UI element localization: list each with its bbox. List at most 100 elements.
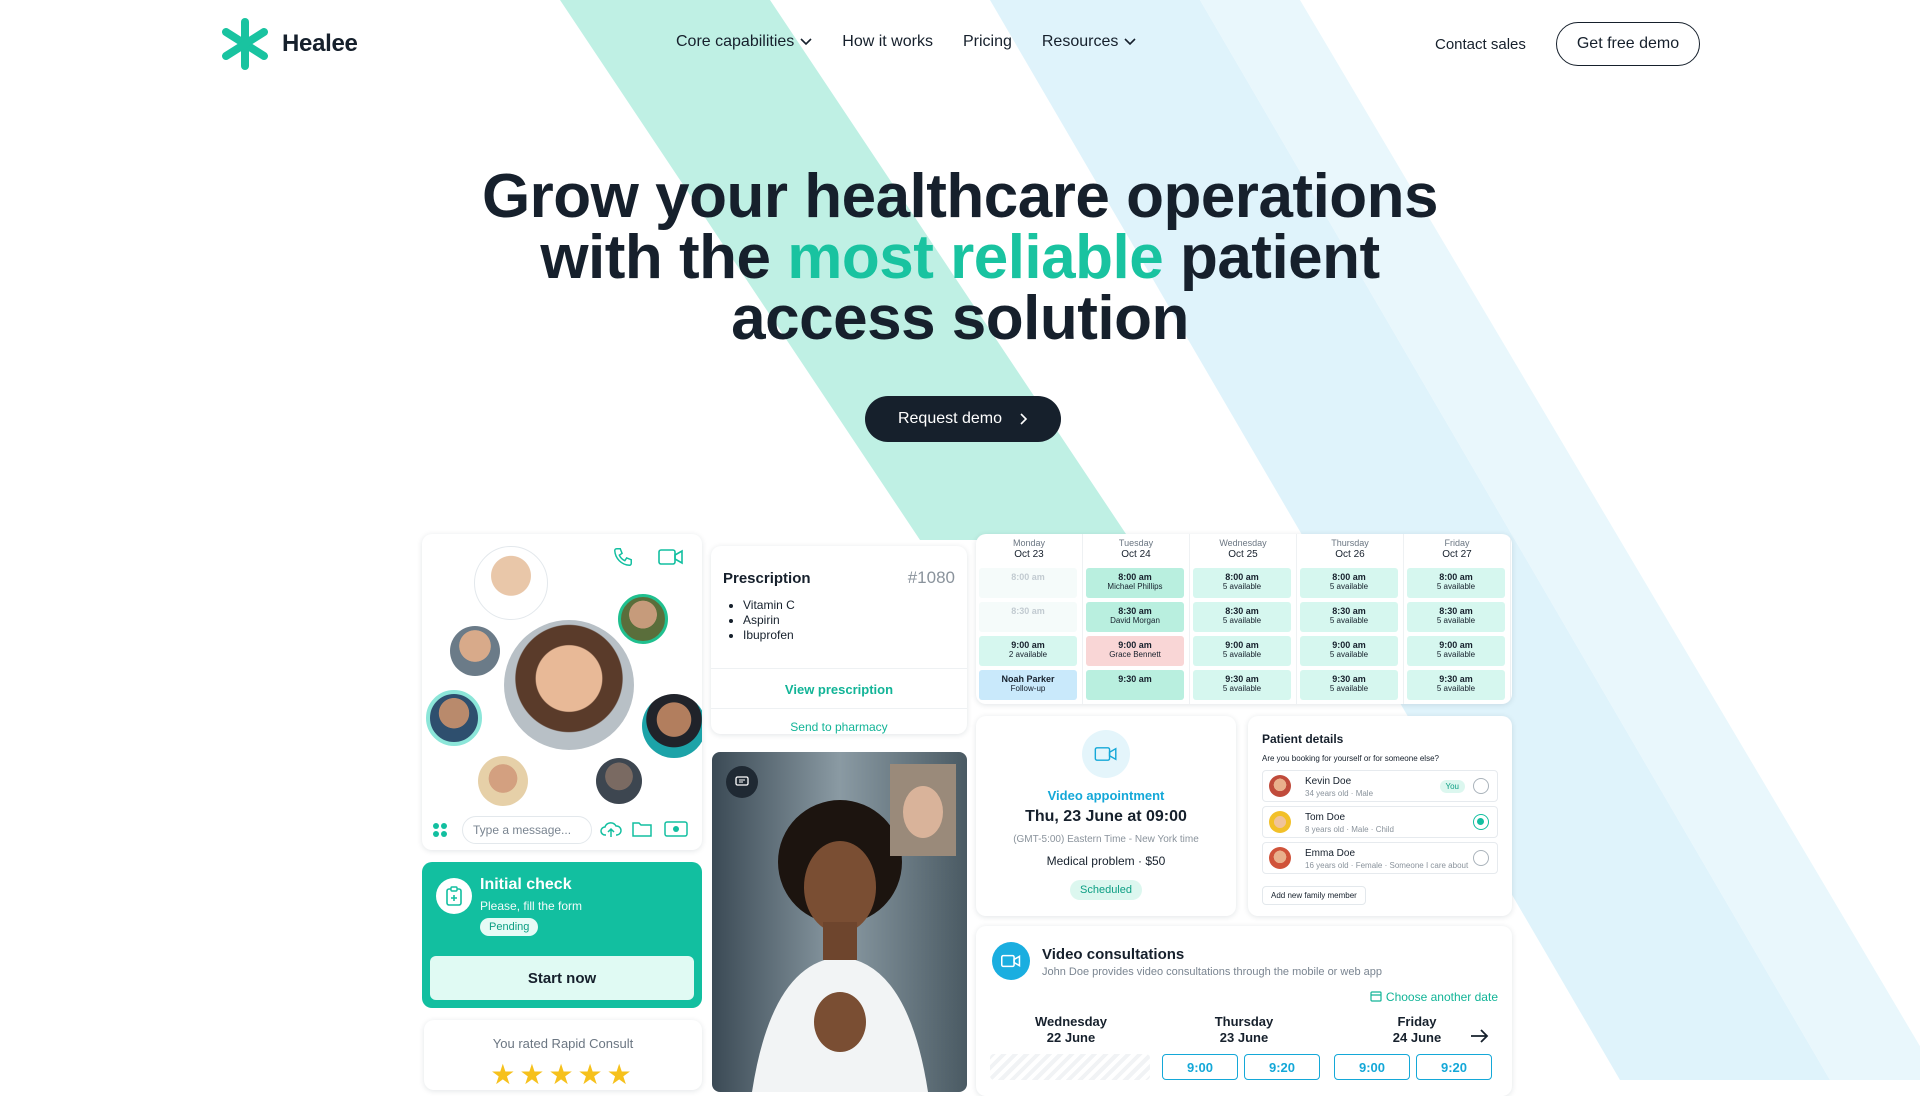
calendar-slot[interactable]: 8:00 am 5 available	[1300, 568, 1398, 598]
prescription-title: Prescription	[723, 570, 811, 587]
contact-sales-link[interactable]: Contact sales	[1435, 36, 1526, 53]
payment-icon[interactable]	[664, 820, 688, 838]
calendar-day-column: Tuesday Oct 24 8:00 am Michael Phillips 8:30…	[1083, 534, 1190, 704]
request-demo-button[interactable]: Request demo	[865, 396, 1061, 442]
calendar-slot[interactable]: Noah Parker Follow-up	[979, 670, 1077, 700]
video-camera-icon[interactable]	[658, 548, 684, 566]
time-slot-button[interactable]: 9:20	[1244, 1054, 1320, 1080]
chevron-down-icon	[1124, 38, 1136, 46]
calendar-slot[interactable]: 9:00 am 2 available	[979, 636, 1077, 666]
initial-check-title: Initial check	[480, 876, 572, 893]
slot-time: 8:00 am	[1332, 572, 1366, 582]
medication-item: Vitamin C	[743, 598, 795, 613]
main-nav: Core capabilities How it works Pricing R…	[676, 33, 1136, 51]
calendar-slot[interactable]: 9:00 am Grace Bennett	[1086, 636, 1184, 666]
choose-another-date-link[interactable]: Choose another date	[1370, 990, 1498, 1004]
appointment-timezone: (GMT-5:00) Eastern Time - New York time	[1013, 834, 1199, 845]
calendar-day-column: Friday Oct 27 8:00 am 5 available 8:30 am 5 a…	[1404, 534, 1511, 704]
calendar-slot[interactable]: 9:30 am	[1086, 670, 1184, 700]
nav-how-it-works[interactable]: How it works	[842, 33, 933, 51]
slot-time: 8:00 am	[1225, 572, 1259, 582]
you-badge: You	[1439, 780, 1465, 793]
calendar-slot[interactable]: 8:00 am 5 available	[1407, 568, 1505, 598]
slot-time: 9:30 am	[1118, 674, 1152, 684]
calendar-slot[interactable]: 8:30 am 5 available	[1300, 602, 1398, 632]
get-free-demo-button[interactable]: Get free demo	[1556, 22, 1700, 66]
patient-name: Kevin Doe	[1305, 776, 1352, 787]
radio-button[interactable]	[1473, 778, 1489, 794]
initial-check-subtitle: Please, fill the form	[480, 899, 583, 913]
slot-detail: 5 available	[1329, 650, 1369, 659]
calendar-slot[interactable]: 8:00 am 5 available	[1193, 568, 1291, 598]
calendar-slot[interactable]: 9:00 am 5 available	[1407, 636, 1505, 666]
calendar-slot[interactable]: 9:30 am 5 available	[1300, 670, 1398, 700]
video-call-feed	[712, 752, 967, 1092]
radio-button[interactable]	[1473, 850, 1489, 866]
calendar-slot[interactable]: 8:30 am David Morgan	[1086, 602, 1184, 632]
hero-line-2-end: patient	[1163, 223, 1380, 292]
calendar-slot[interactable]: 8:30 am 5 available	[1193, 602, 1291, 632]
slot-time: 8:30 am	[1118, 606, 1152, 616]
slot-detail: 5 available	[1436, 582, 1476, 591]
patient-option[interactable]: Emma Doe 16 years old · Female · Someone…	[1262, 842, 1498, 874]
message-input[interactable]: Type a message...	[462, 816, 592, 844]
day-name: Friday	[1397, 1014, 1437, 1029]
nav-pricing[interactable]: Pricing	[963, 33, 1012, 51]
slot-detail: 2 available	[1008, 650, 1048, 659]
video-appointment-card: Video appointment Thu, 23 June at 09:00 …	[976, 716, 1236, 916]
calendar-slot[interactable]: 8:00 am Michael Phillips	[1086, 568, 1184, 598]
view-prescription-link[interactable]: View prescription	[711, 668, 967, 709]
time-slot-button[interactable]: 9:00	[1162, 1054, 1238, 1080]
day-column[interactable]: Wednesday 22 June	[1016, 1014, 1126, 1046]
hero-line-2-start: with the	[540, 223, 788, 292]
patient-desc: 8 years old · Male · Child	[1305, 825, 1394, 834]
upload-cloud-icon[interactable]	[600, 820, 622, 838]
time-slot-button[interactable]: 9:00	[1334, 1054, 1410, 1080]
calendar-day-column: Monday Oct 23 8:00 am 8:30 am 9:00 am 2 avail…	[976, 534, 1083, 704]
calendar-slot[interactable]: 9:30 am 5 available	[1193, 670, 1291, 700]
send-to-pharmacy-link[interactable]: Send to pharmacy	[711, 708, 967, 734]
day-column[interactable]: Friday 24 June	[1362, 1014, 1472, 1046]
nav-resources[interactable]: Resources	[1042, 33, 1136, 51]
participant-avatar	[618, 594, 668, 644]
calendar-slot[interactable]: 9:00 am 5 available	[1300, 636, 1398, 666]
arrow-right-icon[interactable]	[1470, 1028, 1490, 1044]
rating-stars[interactable]: ★★★★★	[424, 1058, 702, 1090]
chat-bubble-icon[interactable]	[726, 766, 758, 798]
calendar-slot[interactable]: 8:30 am	[979, 602, 1077, 632]
day-date: 23 June	[1219, 1030, 1269, 1045]
chevron-down-icon	[800, 38, 812, 46]
day-column[interactable]: Thursday 23 June	[1189, 1014, 1299, 1046]
calendar-icon	[1370, 991, 1382, 1002]
slot-detail: 5 available	[1436, 616, 1476, 625]
add-family-member-button[interactable]: Add new family member	[1262, 886, 1366, 905]
healee-logo[interactable]: Healee	[220, 16, 358, 72]
time-slot-button[interactable]: 9:20	[1416, 1054, 1492, 1080]
calendar-day-name: Thursday	[1331, 538, 1369, 548]
slot-time: 9:30 am	[1225, 674, 1259, 684]
calendar-slot[interactable]: 9:00 am 5 available	[1193, 636, 1291, 666]
radio-button-selected[interactable]	[1473, 814, 1489, 830]
participant-avatar	[642, 694, 702, 758]
slot-time: 8:30 am	[1011, 606, 1045, 616]
nav-core-capabilities[interactable]: Core capabilities	[676, 33, 812, 51]
calendar-slot[interactable]: 8:00 am	[979, 568, 1077, 598]
patient-option[interactable]: Tom Doe 8 years old · Male · Child	[1262, 806, 1498, 838]
calendar-day-date: Oct 26	[1335, 549, 1365, 560]
slot-time: 9:00 am	[1118, 640, 1152, 650]
calendar-slot[interactable]: 9:30 am 5 available	[1407, 670, 1505, 700]
calendar-day-date: Oct 24	[1121, 549, 1151, 560]
video-consultations-card: Video consultations John Doe provides vi…	[976, 926, 1512, 1096]
slot-time: 8:30 am	[1439, 606, 1473, 616]
patient-option[interactable]: Kevin Doe 34 years old · Male You	[1262, 770, 1498, 802]
video-consultations-subtitle: John Doe provides video consultations th…	[1042, 966, 1382, 978]
slot-time: 9:00 am	[1011, 640, 1045, 650]
phone-icon[interactable]	[612, 546, 634, 568]
calendar-day-name: Wednesday	[1219, 538, 1267, 548]
prescription-card: Prescription #1080 Vitamin C Aspirin Ibu…	[711, 546, 967, 734]
folder-icon[interactable]	[632, 820, 652, 838]
slot-time: Noah Parker	[1001, 674, 1055, 684]
apps-grid-icon[interactable]	[432, 822, 448, 838]
calendar-slot[interactable]: 8:30 am 5 available	[1407, 602, 1505, 632]
start-now-button[interactable]: Start now	[430, 956, 694, 1000]
